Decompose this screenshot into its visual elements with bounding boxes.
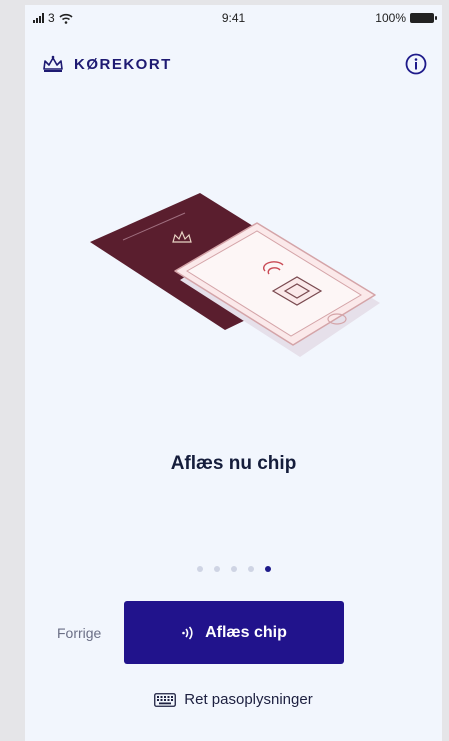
app-header: KØREKORT bbox=[25, 53, 442, 81]
page-dot-5-active bbox=[264, 566, 271, 572]
battery-icon bbox=[410, 13, 437, 23]
keyboard-icon bbox=[154, 692, 177, 707]
page-dot-2 bbox=[213, 566, 220, 572]
page-title: Aflæs nu chip bbox=[170, 453, 297, 474]
page-indicator bbox=[25, 566, 442, 572]
crown-icon bbox=[43, 55, 63, 72]
nfc-icon bbox=[182, 625, 193, 640]
passport-phone-illustration bbox=[90, 193, 380, 357]
app-logo: KØREKORT bbox=[42, 55, 172, 73]
read-chip-label: Aflæs chip bbox=[205, 623, 287, 641]
info-icon[interactable] bbox=[405, 53, 427, 75]
brand-title: KØREKORT bbox=[74, 55, 172, 73]
page-dot-4 bbox=[247, 566, 254, 572]
page-dot-1 bbox=[196, 566, 203, 572]
previous-button[interactable]: Forrige bbox=[57, 625, 101, 641]
status-right: 100% bbox=[375, 11, 437, 25]
page-dot-3 bbox=[230, 566, 237, 572]
read-chip-button[interactable]: Aflæs chip bbox=[124, 601, 344, 664]
app-screen: 3 9:41 100% KØREKORT Aflæs nu chip Forri… bbox=[25, 5, 442, 741]
edit-passport-link[interactable]: Ret pasoplysninger bbox=[25, 691, 442, 708]
edit-passport-label: Ret pasoplysninger bbox=[184, 691, 313, 708]
status-bar: 3 9:41 100% bbox=[25, 5, 442, 29]
battery-percent: 100% bbox=[375, 11, 406, 25]
